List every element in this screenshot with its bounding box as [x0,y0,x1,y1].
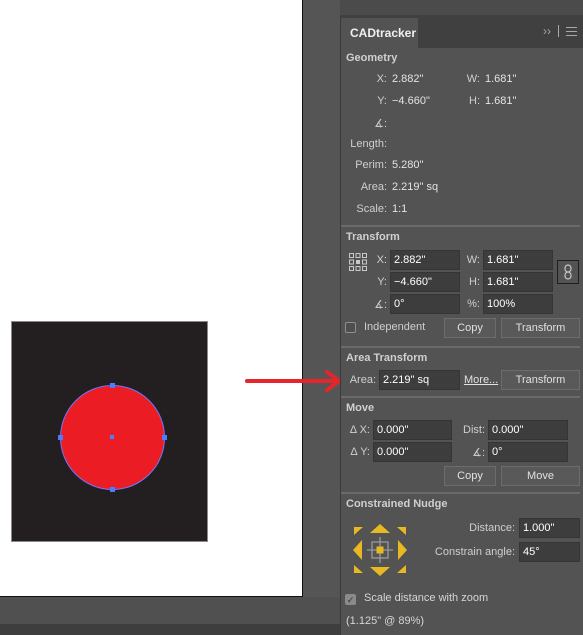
geometry-length-label: Length: [350,138,387,150]
scale-distance-checkbox[interactable]: ✓ [345,594,356,605]
geometry-h-label: H: [469,95,480,107]
geometry-scale-value: 1:1 [392,203,408,215]
independent-label: Independent [364,321,426,333]
geometry-x-label: X: [376,73,387,85]
nudge-down-right-arrow-icon[interactable] [397,565,406,573]
link-chain-icon [564,264,572,280]
section-divider [341,225,580,227]
geometry-scale-label: Scale: [356,203,387,215]
nudge-up-right-arrow-icon[interactable] [397,527,406,535]
move-angle-label: ∡: [472,447,485,459]
canvas-bottom-strip [0,597,340,635]
anchor-point-left[interactable] [58,435,63,440]
black-rectangle[interactable] [11,321,208,542]
canvas-area[interactable] [0,0,340,635]
nudge-title: Constrained Nudge [346,498,448,510]
transform-angle-field[interactable]: 0° [390,294,460,314]
anchor-point-right[interactable] [162,435,167,440]
move-dist-field[interactable]: 0.000" [488,420,568,440]
nudge-up-arrow-icon[interactable] [370,524,390,533]
geometry-w-value: 1.681" [485,73,517,85]
nudge-distance-label: Distance: [469,522,515,534]
geometry-y-label: Y: [377,95,387,107]
move-dy-field[interactable]: 0.000" [373,442,452,462]
move-copy-button[interactable]: Copy [444,466,496,486]
geometry-h-value: 1.681" [485,95,517,107]
area-transform-area-field[interactable]: 2.219" sq [379,370,460,390]
section-divider [341,492,580,494]
divider [558,25,559,37]
transform-w-field[interactable]: 1.681" [483,250,553,270]
transform-y-field[interactable]: −4.660" [390,272,460,292]
transform-percent-label: %: [467,298,480,310]
section-divider [341,346,580,348]
crosshair-icon [367,537,393,563]
nudge-left-arrow-icon[interactable] [353,540,362,560]
anchor-point-bottom[interactable] [110,487,115,492]
transform-angle-label: ∡: [374,299,387,311]
transform-y-label: Y: [377,276,387,288]
geometry-y-value: −4.660" [392,95,430,107]
more-link[interactable]: More... [464,374,498,386]
transform-button[interactable]: Transform [501,318,580,338]
transform-percent-field[interactable]: 100% [483,294,553,314]
area-transform-button[interactable]: Transform [501,370,580,390]
independent-checkbox[interactable] [345,322,356,333]
geometry-perim-label: Perim: [355,159,387,171]
nudge-down-left-arrow-icon[interactable] [354,565,363,573]
move-dy-label: Δ Y: [350,446,370,458]
move-button[interactable]: Move [501,466,580,486]
double-chevron-right-icon[interactable]: ›› [543,24,551,38]
move-angle-field[interactable]: 0° [488,442,568,462]
scale-distance-label: Scale distance with zoom [364,592,489,604]
transform-w-label: W: [466,254,480,266]
constrain-proportions-button[interactable] [557,260,579,284]
geometry-perim-value: 5.280" [392,159,424,171]
reference-point-icon[interactable] [348,252,368,272]
hamburger-menu-icon[interactable] [566,26,577,36]
cadtracker-panel: CADtracker ›› Geometry X: 2.882" W: 1.68… [340,15,583,635]
geometry-area-value: 2.219" sq [392,181,439,193]
transform-h-label: H: [469,276,480,288]
geometry-w-label: W: [466,73,480,85]
nudge-up-left-arrow-icon[interactable] [354,527,363,535]
area-transform-area-label: Area: [349,374,376,386]
panel-tabbar: CADtracker ›› [341,15,583,48]
red-arrow-annotation [245,370,341,392]
transform-x-field[interactable]: 2.882" [390,250,460,270]
geometry-x-value: 2.882" [392,73,424,85]
artboard[interactable] [0,0,303,597]
move-dx-field[interactable]: 0.000" [373,420,452,440]
move-title: Move [346,402,375,414]
transform-x-label: X: [376,254,387,266]
move-dist-label: Dist: [463,424,485,436]
transform-h-field[interactable]: 1.681" [483,272,553,292]
geometry-title: Geometry [346,52,398,64]
area-transform-title: Area Transform [346,352,428,364]
nudge-angle-field[interactable]: 45° [519,542,580,562]
transform-copy-button[interactable]: Copy [444,318,496,338]
transform-title: Transform [346,231,400,243]
move-dx-label: Δ X: [349,424,370,436]
anchor-point-top[interactable] [110,383,115,388]
section-divider [341,396,580,398]
geometry-angle-label: ∡: [374,118,387,130]
nudge-down-arrow-icon[interactable] [370,567,390,576]
center-point[interactable] [110,435,114,439]
tab-cadtracker[interactable]: CADtracker [341,18,418,48]
nudge-status-text: (1.125" @ 89%) [346,615,425,627]
nudge-angle-label: Constrain angle: [434,546,515,558]
geometry-area-label: Area: [360,181,387,193]
nudge-distance-field[interactable]: 1.000" [519,518,580,538]
